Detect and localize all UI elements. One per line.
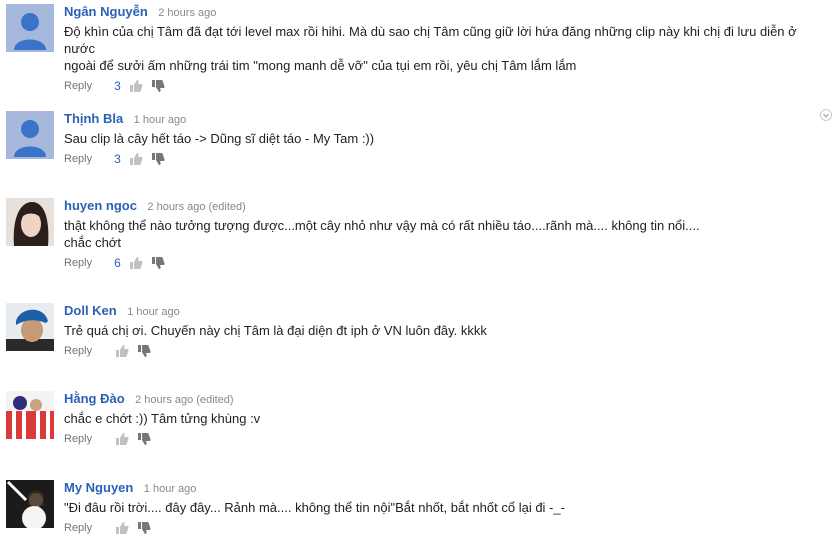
avatar[interactable] [6,198,54,246]
reply-button[interactable]: Reply [64,151,92,167]
avatar[interactable] [6,4,54,52]
thumbs-down-icon[interactable] [137,432,151,446]
comment-text: "Đi đâu rồi trời.... đây đây... Rảnh mà.… [64,499,816,516]
user-photo-icon [6,198,54,246]
thumbs-up-icon[interactable] [115,344,129,358]
reply-button[interactable]: Reply [64,78,92,94]
thumbs-up-icon[interactable] [115,521,129,535]
comment-text: Trẻ quá chị ơi. Chuyến này chị Tâm là đạ… [64,322,816,339]
comment-author[interactable]: My Nguyen [64,480,133,495]
comment-author[interactable]: huyen ngoc [64,198,137,213]
reply-button[interactable]: Reply [64,431,92,447]
comment-text-line: ngoài để sưởi ấm những trái tim "mong ma… [64,58,577,73]
reply-button[interactable]: Reply [64,255,92,271]
comment-text: chắc e chớt :)) Tâm tửng khùng :v [64,410,816,427]
comment-author[interactable]: Hằng Đào [64,391,125,406]
comment-text: Sau clip là cây hết táo -> Dũng sĩ diệt … [64,130,816,147]
thumbs-down-icon[interactable] [151,256,165,270]
comment-time[interactable]: 1 hour ago [144,483,197,495]
thumbs-down-icon[interactable] [137,521,151,535]
avatar[interactable] [6,391,54,439]
user-photo-icon [6,391,54,439]
comment-time[interactable]: 2 hours ago [147,201,205,213]
reply-button[interactable]: Reply [64,343,92,359]
user-photo-icon [6,303,54,351]
comment-time[interactable]: 2 hours ago [158,7,216,19]
default-avatar-icon [6,4,54,52]
comment-text: thật không thể nào tưởng tượng được...mộ… [64,217,816,251]
like-count: 3 [114,79,121,93]
avatar[interactable] [6,111,54,159]
avatar[interactable] [6,303,54,351]
reply-button[interactable]: Reply [64,520,92,536]
edited-label: (edited) [208,201,246,213]
comment-author[interactable]: Ngân Nguyễn [64,4,148,19]
user-photo-icon [6,480,54,528]
like-count: 3 [114,152,121,166]
thumbs-up-icon[interactable] [129,152,143,166]
thumbs-down-icon[interactable] [151,79,165,93]
like-count: 6 [114,256,121,270]
thumbs-up-icon[interactable] [115,432,129,446]
thumbs-up-icon[interactable] [129,256,143,270]
thumbs-up-icon[interactable] [129,79,143,93]
comment-time[interactable]: 2 hours ago [135,394,193,406]
comment-text-line: "Đi đâu rồi trời.... đây đây... Rảnh mà.… [64,500,565,515]
comment-time[interactable]: 1 hour ago [134,114,187,126]
comment-text-line: thật không thể nào tưởng tượng được...mộ… [64,218,700,233]
avatar[interactable] [6,480,54,528]
comment-text-line: Độ khìn của chị Tâm đã đạt tới level max… [64,24,797,56]
comment-text: Độ khìn của chị Tâm đã đạt tới level max… [64,23,816,74]
comment-menu-chevron-down-icon[interactable] [820,109,832,121]
comment-time[interactable]: 1 hour ago [127,306,180,318]
comment-text-line: Sau clip là cây hết táo -> Dũng sĩ diệt … [64,131,375,146]
thumbs-down-icon[interactable] [137,344,151,358]
default-avatar-icon [6,111,54,159]
thumbs-down-icon[interactable] [151,152,165,166]
edited-label: (edited) [196,394,234,406]
comment-text-line: chắc e chớt :)) Tâm tửng khùng :v [64,411,261,426]
comment-text-line: Trẻ quá chị ơi. Chuyến này chị Tâm là đạ… [64,323,487,338]
comment-text-line: chắc chớt [64,235,121,250]
comment-author[interactable]: Thịnh Bla [64,111,123,126]
comment-author[interactable]: Doll Ken [64,303,117,318]
